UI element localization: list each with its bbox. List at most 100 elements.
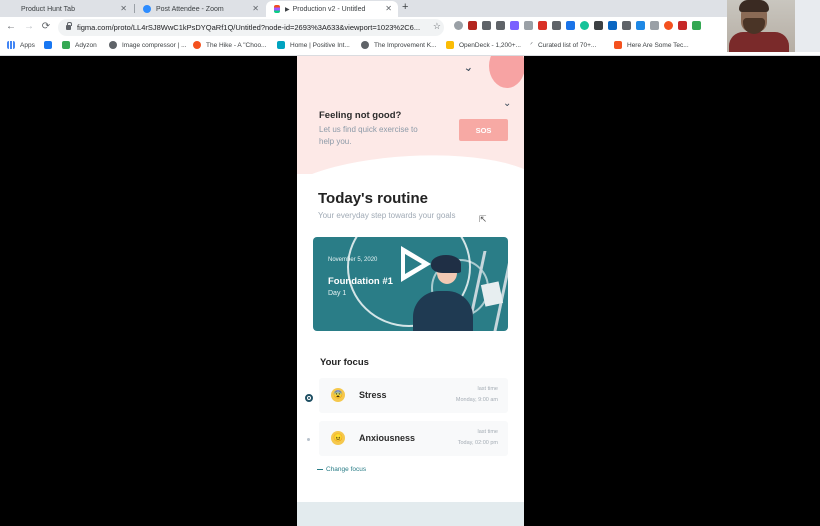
extension-icon[interactable] <box>454 21 463 30</box>
address-bar[interactable]: figma.com/proto/LL4rSJ8WwC1kPsDYQaRf1Q/U… <box>58 19 444 36</box>
webcam-background-window <box>795 0 820 52</box>
tab-title: Post Attendee - Zoom <box>156 5 224 13</box>
forward-button[interactable]: → <box>23 21 35 33</box>
bookmark-label: Home | Positive Int... <box>290 41 350 49</box>
product-hunt-icon <box>8 5 16 13</box>
extension-icon[interactable] <box>552 21 561 30</box>
facebook-icon <box>44 41 52 49</box>
play-icon-inner <box>405 254 422 274</box>
figma-prototype-stage: ⌄ ⌄ Feeling not good? Let us find quick … <box>0 56 820 526</box>
focus-last-time: Today, 02:00 pm <box>457 440 498 446</box>
bookmark-label: Adyzon <box>75 41 97 49</box>
bookmark-icon <box>446 41 454 49</box>
mouse-cursor-icon: ⇱ <box>479 214 487 224</box>
bookmark-star-icon[interactable]: ☆ <box>433 21 441 32</box>
bookmark-positive-int[interactable]: Home | Positive Int... <box>277 41 350 49</box>
bookmark-the-hike[interactable]: The Hike - A "Choo... <box>193 41 266 49</box>
bookmark-icon <box>62 41 70 49</box>
close-icon[interactable]: ✕ <box>252 4 259 13</box>
figma-icon <box>274 5 280 13</box>
dash-icon <box>317 469 323 470</box>
mail-icon[interactable] <box>496 21 505 30</box>
extension-icon[interactable] <box>664 21 673 30</box>
focus-last-label: last time <box>477 386 498 392</box>
bookmarks-bar: Apps Adyzon Image compressor | ... The H… <box>0 38 820 56</box>
bookmark-facebook[interactable] <box>44 41 57 49</box>
tab-figma[interactable]: ▶ Production v2 - Untitled ✕ <box>266 1 398 17</box>
browser-chrome: Product Hunt Tab ✕ Post Attendee - Zoom … <box>0 0 820 56</box>
hero-subtitle: Let us find quick exercise to help you. <box>319 125 418 146</box>
bookmark-label: Image compressor | ... <box>122 41 187 49</box>
change-focus-link[interactable]: Change focus <box>317 466 366 473</box>
focus-last-label: last time <box>477 429 498 435</box>
bird-icon: ⌄ <box>461 59 475 75</box>
apps-grid-icon <box>7 41 15 49</box>
extension-icon[interactable] <box>538 21 547 30</box>
bookmark-image-compressor[interactable]: Image compressor | ... <box>109 41 187 49</box>
extension-icon[interactable] <box>468 21 477 30</box>
change-focus-label: Change focus <box>326 466 367 473</box>
globe-icon <box>361 41 369 49</box>
extension-icon[interactable] <box>636 21 645 30</box>
back-button[interactable]: ← <box>5 21 17 33</box>
angry-face-icon: 😠 <box>331 431 345 445</box>
routine-title: Today's routine <box>318 190 428 207</box>
bookmark-label: OpenDeck - 1,200+... <box>459 41 521 49</box>
extension-icon[interactable] <box>650 21 659 30</box>
bookmark-opendeck[interactable]: OpenDeck - 1,200+... <box>446 41 521 49</box>
webcam-person-hair <box>739 0 769 12</box>
globe-icon <box>109 41 117 49</box>
unselected-indicator <box>307 438 310 441</box>
bookmark-some-tec[interactable]: Here Are Some Tec... <box>614 41 689 49</box>
close-icon[interactable]: ✕ <box>120 4 127 13</box>
sun-illustration <box>489 56 524 88</box>
focus-item-stress[interactable]: 😨 Stress last time Monday, 9:00 am <box>319 378 508 413</box>
extension-icon[interactable] <box>678 21 687 30</box>
bookmark-label: The Hike - A "Choo... <box>206 41 267 49</box>
bookmark-curated-list[interactable]: ᐟ Curated list of 70+... <box>530 41 597 50</box>
app-screen: ⌄ ⌄ Feeling not good? Let us find quick … <box>297 56 524 526</box>
focus-last-time: Monday, 9:00 am <box>455 397 498 403</box>
extension-icon[interactable] <box>692 21 701 30</box>
fearful-face-icon: 😨 <box>331 388 345 402</box>
linkedin-icon[interactable] <box>608 21 617 30</box>
extension-icon[interactable] <box>594 21 603 30</box>
focus-item-anxiousness[interactable]: 😠 Anxiousness last time Today, 02:00 pm <box>319 421 508 456</box>
bookmark-icon: ᐟ <box>530 42 533 49</box>
hero-title: Feeling not good? <box>319 110 402 121</box>
new-tab-button[interactable]: + <box>402 1 408 13</box>
video-day: Day 1 <box>328 290 347 297</box>
bookmark-icon <box>614 41 622 49</box>
extension-icon[interactable] <box>524 21 533 30</box>
person-illustration <box>413 291 473 331</box>
bookmark-label: Curated list of 70+... <box>537 41 597 49</box>
tab-product-hunt[interactable]: Product Hunt Tab ✕ <box>0 1 133 17</box>
reload-button[interactable]: ⟳ <box>40 21 52 33</box>
tab-title: Production v2 - Untitled <box>292 5 366 13</box>
extension-icon[interactable] <box>622 21 631 30</box>
grammarly-icon[interactable] <box>580 21 589 30</box>
bookmark-label: The Improvement K... <box>374 41 437 49</box>
extension-icon[interactable] <box>482 21 491 30</box>
browser-toolbar: ← → ⟳ figma.com/proto/LL4rSJ8WwC1kPsDYQa… <box>0 17 820 38</box>
focus-item-name: Anxiousness <box>359 433 416 443</box>
extension-icon[interactable] <box>510 21 519 30</box>
video-date: November 5, 2020 <box>328 257 378 263</box>
extension-icon[interactable] <box>566 21 575 30</box>
zoom-icon <box>143 5 151 13</box>
bird-icon: ⌄ <box>503 98 512 109</box>
routine-video-card[interactable]: November 5, 2020 Foundation #1 Day 1 <box>313 237 508 331</box>
person-hair-illustration <box>431 255 461 273</box>
play-tab-icon: ▶ <box>285 6 290 13</box>
close-icon[interactable]: ✕ <box>385 4 392 13</box>
tab-strip: Product Hunt Tab ✕ Post Attendee - Zoom … <box>0 0 820 17</box>
bookmark-adyzon[interactable]: Adyzon <box>62 41 97 49</box>
bookmark-improvement[interactable]: The Improvement K... <box>361 41 437 49</box>
extensions-bar <box>454 21 701 30</box>
tab-zoom[interactable]: Post Attendee - Zoom ✕ <box>135 1 265 17</box>
bookmark-apps[interactable]: Apps <box>7 41 35 49</box>
bookmark-icon <box>193 41 201 49</box>
bottom-navigation-bar <box>297 502 524 526</box>
focus-title: Your focus <box>320 357 369 368</box>
sos-button[interactable]: SOS <box>459 119 508 141</box>
